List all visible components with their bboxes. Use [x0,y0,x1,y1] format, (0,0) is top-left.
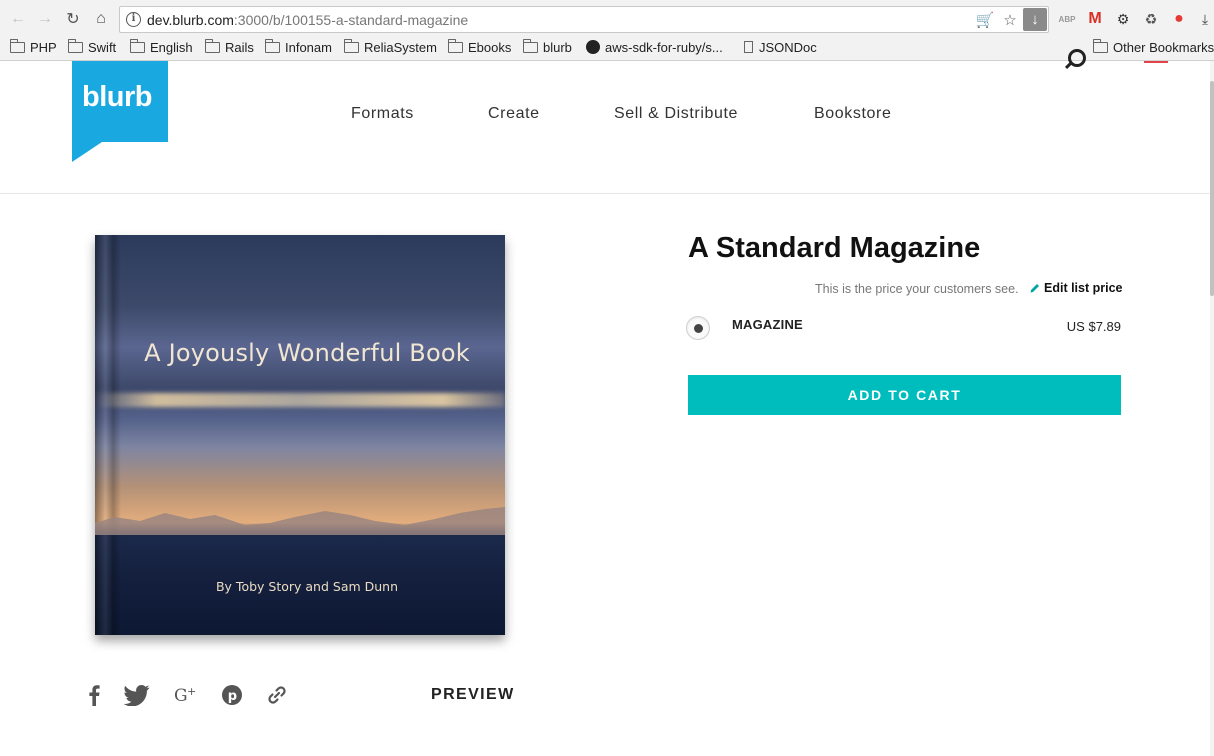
bookmark-star-icon[interactable]: ☆ [1000,10,1020,30]
reload-icon[interactable]: ↻ [63,9,83,29]
twitter-icon[interactable] [123,683,151,707]
bookmark-rails[interactable]: Rails [204,37,254,57]
bookmark-aws-sdk[interactable]: aws-sdk-for-ruby/s... [586,37,723,57]
adblock-icon[interactable]: ABP [1057,9,1077,29]
cart-extension-icon[interactable]: 🛒 [975,10,995,30]
github-icon [586,40,600,54]
cover-mountains [95,507,505,535]
nav-sell-distribute[interactable]: Sell & Distribute [614,105,738,123]
address-bar[interactable]: i dev.blurb.com:3000/b/100155-a-standard… [119,6,1049,33]
edit-list-price-link[interactable]: Edit list price [1030,281,1123,295]
nav-create[interactable]: Create [488,105,540,123]
cover-author: By Toby Story and Sam Dunn [215,579,399,594]
browser-chrome: ← → ↻ ⌂ i dev.blurb.com:3000/b/100155-a-… [0,0,1214,61]
url-path: :3000/b/100155-a-standard-magazine [233,12,469,28]
gear-icon[interactable]: ⚙ [1113,9,1133,29]
blurb-logo[interactable]: blurb [72,61,168,162]
svg-text:+: + [187,685,196,698]
nav-bookstore[interactable]: Bookstore [814,105,891,123]
bookmark-ebooks[interactable]: Ebooks [447,37,511,57]
format-price: US $7.89 [1066,319,1121,334]
red-extension-icon[interactable]: ● [1169,9,1189,29]
search-icon[interactable] [1068,49,1086,67]
folder-icon [1092,38,1108,53]
pencil-icon [1030,284,1039,293]
scrollbar-thumb[interactable] [1210,81,1214,296]
bookmark-infonam[interactable]: Infonam [264,37,332,57]
page-icon [744,41,753,53]
price-note: This is the price your customers see. [815,282,1019,296]
bookmark-blurb[interactable]: blurb [522,37,572,57]
gmail-icon[interactable]: M [1085,9,1105,29]
site-info-icon[interactable]: i [126,12,141,27]
bookmark-swift[interactable]: Swift [67,37,116,57]
bookmark-english[interactable]: English [129,37,193,57]
svg-text:p: p [228,689,237,704]
book-cover-image[interactable]: A Joyously Wonderful Book By Toby Story … [95,235,505,635]
page-scrollbar[interactable] [1210,61,1214,756]
link-icon[interactable] [265,683,289,707]
home-icon[interactable]: ⌂ [91,9,111,29]
folder-icon [9,38,25,53]
recycle-icon[interactable]: ♻ [1141,9,1161,29]
bookmark-jsondoc[interactable]: JSONDoc [744,37,817,57]
site-header: blurb Formats Create Sell & Distribute B… [0,49,1210,194]
folder-icon [129,38,145,53]
cart-indicator[interactable] [1144,61,1168,63]
cover-title: A Joyously Wonderful Book [144,339,470,367]
format-name: MAGAZINE [732,317,803,332]
add-to-cart-button[interactable]: ADD TO CART [688,375,1121,415]
url-text[interactable]: dev.blurb.com:3000/b/100155-a-standard-m… [147,12,468,28]
svg-text:G: G [174,686,188,705]
folder-icon [343,38,359,53]
url-host: dev.blurb.com [147,12,234,28]
google-plus-icon[interactable]: G + [174,683,198,707]
folder-icon [264,38,280,53]
download-arrow-icon[interactable]: ↓ [1023,8,1047,31]
logo-text: blurb [82,81,153,113]
format-radio[interactable] [686,316,710,340]
preview-button[interactable]: PREVIEW [431,686,515,704]
nav-formats[interactable]: Formats [351,105,414,123]
bookmarks-bar: PHP Swift English Rails Infonam ReliaSys… [0,37,1214,57]
bookmark-php[interactable]: PHP [9,37,57,57]
pinterest-icon[interactable]: p [220,683,244,707]
facebook-icon[interactable] [82,683,106,707]
downloads-icon[interactable]: ⤓ [1195,9,1214,29]
folder-icon [447,38,463,53]
product-title: A Standard Magazine [688,232,981,264]
back-icon[interactable]: ← [8,9,28,29]
edit-list-price-label: Edit list price [1044,281,1123,295]
folder-icon [204,38,220,53]
bookmark-reliasystem[interactable]: ReliaSystem [343,37,437,57]
other-bookmarks[interactable]: Other Bookmarks [1092,37,1214,57]
folder-icon [522,38,538,53]
cover-cloud-band [95,393,505,407]
folder-icon [67,38,83,53]
forward-icon[interactable]: → [35,9,55,29]
